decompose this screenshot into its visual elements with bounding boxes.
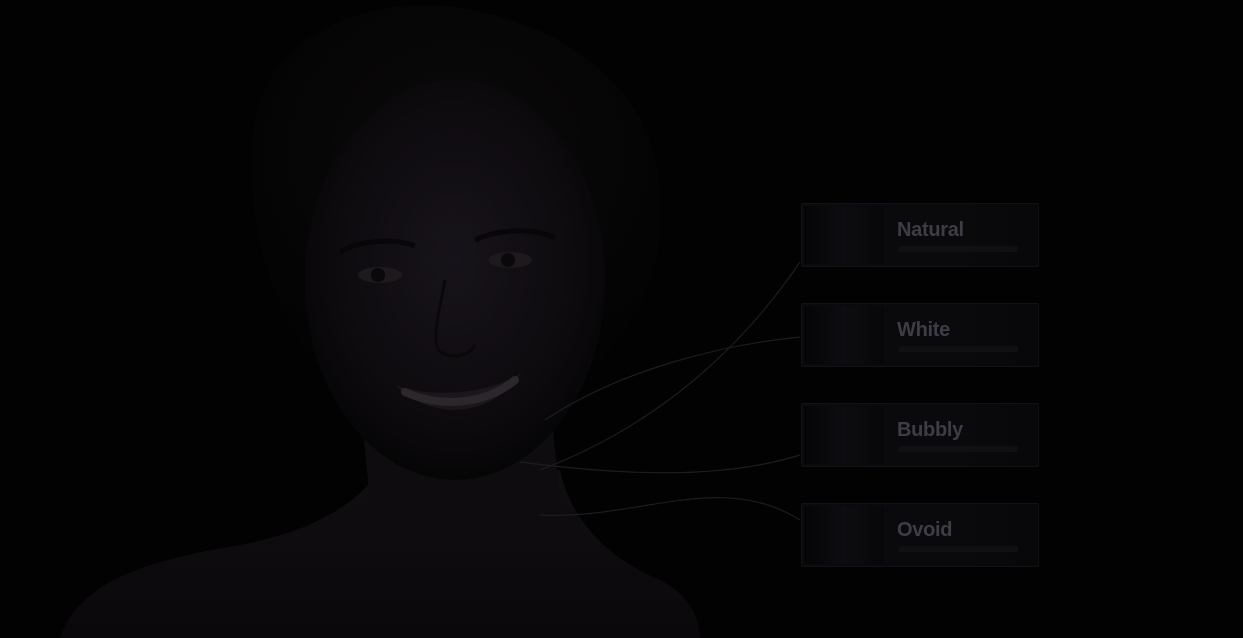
option-subtitle-placeholder — [898, 546, 1018, 552]
option-thumbnail — [804, 406, 884, 464]
option-subtitle-placeholder — [898, 246, 1018, 252]
option-card-white[interactable]: White — [801, 303, 1039, 367]
option-title: Ovoid — [897, 519, 953, 541]
option-card-ovoid[interactable]: Ovoid — [801, 503, 1039, 567]
option-card-bubbly[interactable]: Bubbly — [801, 403, 1039, 467]
option-subtitle-placeholder — [898, 346, 1018, 352]
portrait-image — [60, 4, 700, 638]
option-thumbnail — [804, 506, 884, 564]
face-shape — [305, 80, 605, 480]
option-card-natural[interactable]: Natural — [801, 203, 1039, 267]
option-title: Bubbly — [897, 419, 963, 441]
option-title: White — [897, 319, 950, 341]
option-thumbnail — [804, 206, 884, 264]
option-title: Natural — [897, 219, 964, 241]
option-subtitle-placeholder — [898, 446, 1018, 452]
smile-style-stage: Natural White Bubbly Ovoid — [0, 0, 1243, 638]
option-thumbnail — [804, 306, 884, 364]
